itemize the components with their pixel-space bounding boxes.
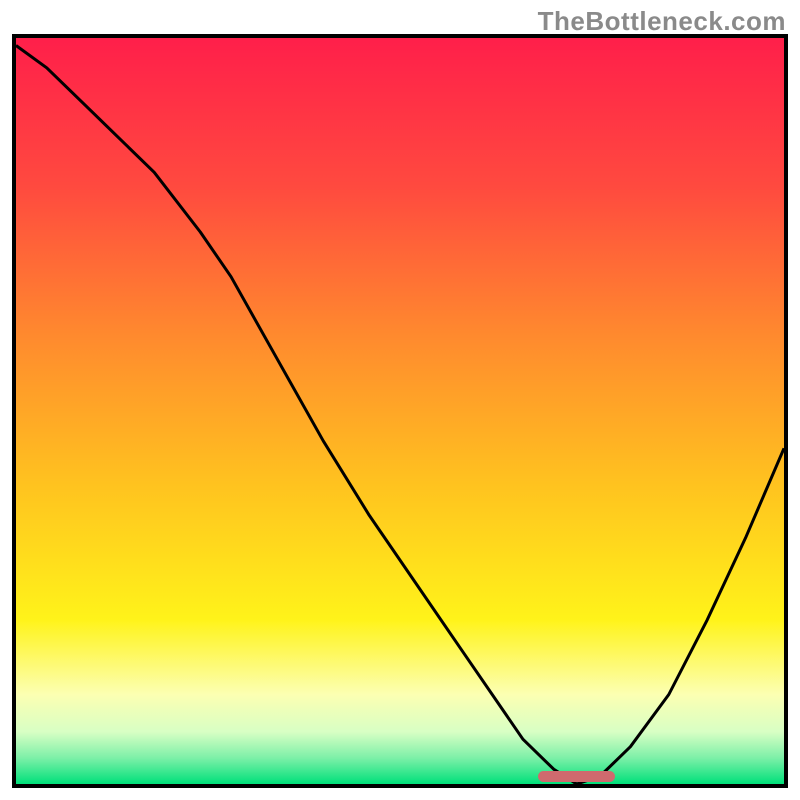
bottleneck-curve [16,38,784,784]
optimal-range-marker [538,771,615,782]
plot-area [16,38,784,784]
watermark-text: TheBottleneck.com [538,6,786,37]
plot-border [12,34,788,788]
chart-frame: TheBottleneck.com [0,0,800,800]
